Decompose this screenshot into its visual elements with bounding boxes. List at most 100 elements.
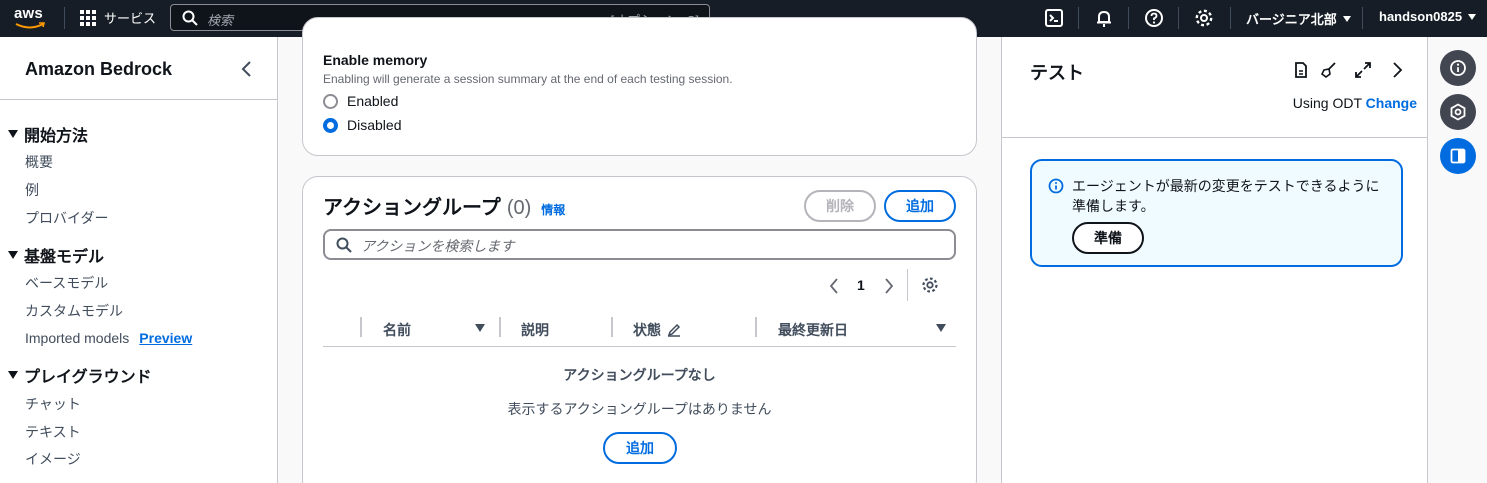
memory-title: Enable memory xyxy=(323,52,428,68)
settings-gear-icon[interactable] xyxy=(921,276,939,294)
preview-badge[interactable]: Preview xyxy=(139,330,192,346)
sidebar-item-image[interactable]: イメージ xyxy=(25,449,81,469)
action-groups-header: アクショングループ (0) 情報 xyxy=(323,191,565,220)
sort-caret-icon[interactable] xyxy=(475,324,485,332)
sidebar-section-getting-started[interactable]: 開始方法 xyxy=(8,122,88,146)
section-label: プレイグラウンド xyxy=(24,369,152,386)
test-panel: テスト Using ODT Change エージェントが最新の変更をテストできる… xyxy=(1001,37,1428,483)
aws-smile-icon xyxy=(15,22,45,29)
search-icon xyxy=(336,237,352,253)
table-header: 名前 説明 状態 最終更新日 xyxy=(323,315,956,347)
search-icon xyxy=(182,10,198,26)
odt-change-link[interactable]: Change xyxy=(1366,95,1417,111)
divider xyxy=(1002,137,1428,138)
aws-logo-text: aws xyxy=(14,5,43,22)
rail-info-button[interactable] xyxy=(1440,50,1476,86)
sidebar: Amazon Bedrock 開始方法 概要 例 プロバイダー 基盤モデル ベー… xyxy=(0,37,278,483)
radio-circle xyxy=(323,93,338,109)
column-header-name[interactable]: 名前 xyxy=(383,320,411,340)
divider xyxy=(907,269,908,301)
nav-divider xyxy=(1178,7,1179,29)
add-button[interactable]: 追加 xyxy=(884,190,956,222)
caret-down-icon xyxy=(8,130,18,138)
info-icon xyxy=(1048,178,1064,194)
sidebar-item-text[interactable]: テキスト xyxy=(25,422,81,442)
grid-icon xyxy=(80,9,96,26)
column-separator xyxy=(755,317,757,337)
sidebar-item-label: Imported models xyxy=(25,330,130,346)
sidebar-item-providers[interactable]: プロバイダー xyxy=(25,208,108,228)
nav-divider xyxy=(1078,7,1079,29)
rail-test-panel-button[interactable] xyxy=(1440,138,1476,174)
odt-status: Using ODT Change xyxy=(1293,95,1417,111)
action-groups-count: (0) xyxy=(506,197,532,219)
services-label: サービス xyxy=(104,11,157,26)
sort-caret-icon[interactable] xyxy=(936,324,946,332)
chevron-right-icon[interactable] xyxy=(883,277,895,295)
column-header-last-updated[interactable]: 最終更新日 xyxy=(778,320,848,340)
action-groups-card: アクショングループ (0) 情報 削除 追加 アクションを検索します 1 名前 xyxy=(302,176,977,483)
edit-pencil-icon xyxy=(667,323,681,337)
account-label: handson0825 xyxy=(1379,9,1463,24)
right-rail xyxy=(1427,37,1487,483)
expand-icon[interactable] xyxy=(1354,61,1372,79)
region-selector[interactable]: バージニア北部 xyxy=(1246,9,1351,28)
document-icon[interactable] xyxy=(1292,61,1310,79)
sidebar-item-imported-models[interactable]: Imported models Preview xyxy=(25,330,192,346)
section-label: 基盤モデル xyxy=(24,249,105,266)
sidebar-item-examples[interactable]: 例 xyxy=(25,180,39,200)
sidebar-item-base-models[interactable]: ベースモデル xyxy=(25,273,108,293)
memory-description: Enabling will generate a session summary… xyxy=(323,72,733,86)
help-icon[interactable] xyxy=(1144,8,1164,28)
prepare-button[interactable]: 準備 xyxy=(1072,222,1144,254)
test-panel-title: テスト xyxy=(1030,63,1084,83)
alert-text: エージェントが最新の変更をテストできるように準備します。 xyxy=(1072,178,1380,214)
bell-icon[interactable] xyxy=(1094,8,1114,28)
hexagon-gear-icon xyxy=(1450,103,1466,121)
sidebar-section-playgrounds[interactable]: プレイグラウンド xyxy=(8,363,152,387)
account-menu[interactable]: handson0825 xyxy=(1379,9,1477,24)
empty-add-button[interactable]: 追加 xyxy=(603,432,677,464)
rail-settings-button[interactable] xyxy=(1440,94,1476,130)
services-menu[interactable]: サービス xyxy=(80,8,156,27)
info-icon xyxy=(1450,60,1466,76)
action-groups-title: アクショングループ xyxy=(323,197,501,219)
radio-enabled[interactable]: Enabled xyxy=(323,93,398,109)
nav-divider xyxy=(1230,7,1231,29)
search-placeholder: アクションを検索します xyxy=(361,238,515,254)
action-search-input[interactable]: アクションを検索します xyxy=(323,229,956,260)
cloudshell-icon[interactable] xyxy=(1044,8,1064,28)
region-label: バージニア北部 xyxy=(1246,12,1337,27)
empty-state-description: 表示するアクショングループはありません xyxy=(507,401,772,417)
column-separator xyxy=(611,317,613,337)
column-separator xyxy=(499,317,501,337)
sidebar-item-custom-models[interactable]: カスタムモデル xyxy=(25,301,123,321)
sidebar-item-overview[interactable]: 概要 xyxy=(25,152,53,172)
gear-icon[interactable] xyxy=(1194,8,1214,28)
info-link[interactable]: 情報 xyxy=(541,201,565,218)
delete-button[interactable]: 削除 xyxy=(804,190,876,222)
caret-down-icon xyxy=(1468,13,1477,20)
radio-label: Disabled xyxy=(347,117,402,133)
chevron-left-icon[interactable] xyxy=(828,277,840,295)
nav-divider xyxy=(1128,7,1129,29)
broom-icon[interactable] xyxy=(1320,61,1338,79)
radio-label: Enabled xyxy=(347,93,399,109)
sidebar-item-chat[interactable]: チャット xyxy=(25,394,81,414)
radio-disabled[interactable]: Disabled xyxy=(323,117,401,133)
section-label: 開始方法 xyxy=(24,128,89,145)
prepare-alert: エージェントが最新の変更をテストできるように準備します。 準備 xyxy=(1030,159,1403,267)
page-number[interactable]: 1 xyxy=(857,277,865,293)
split-panel-icon xyxy=(1450,148,1466,164)
chevron-right-icon[interactable] xyxy=(1388,61,1406,79)
sidebar-title[interactable]: Amazon Bedrock xyxy=(25,59,172,80)
radio-circle-selected xyxy=(323,117,338,133)
column-separator xyxy=(360,317,362,337)
chevron-left-icon[interactable] xyxy=(239,59,255,79)
column-header-description: 説明 xyxy=(521,322,549,338)
sidebar-section-foundation-models[interactable]: 基盤モデル xyxy=(8,243,104,267)
aws-logo[interactable]: aws xyxy=(14,5,48,31)
caret-down-icon xyxy=(8,371,18,379)
caret-down-icon xyxy=(8,251,18,259)
empty-state-title: アクショングループなし xyxy=(563,367,716,383)
